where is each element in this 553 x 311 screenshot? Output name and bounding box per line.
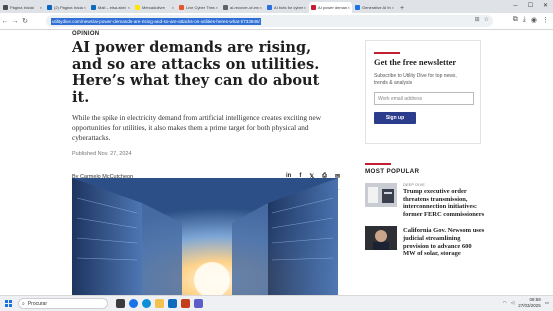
- taskbar: ⌕ Procurar ◠ ◁ 08:58 27/03/2025 ▭: [0, 295, 553, 311]
- email-field[interactable]: Work email address: [374, 92, 474, 105]
- article-headline: AI power demands are rising, and so are …: [72, 39, 320, 106]
- hero-image: [72, 178, 338, 295]
- list-item[interactable]: California Gov. Newsom uses judicial str…: [365, 226, 485, 257]
- tab-label: AI power demands: [318, 5, 347, 10]
- edge-icon[interactable]: [142, 299, 151, 308]
- tab-close-icon[interactable]: ×: [304, 5, 306, 10]
- item-headline[interactable]: Trump executive order threatens transmis…: [403, 188, 485, 218]
- browser-tab[interactable]: AI power demands×: [309, 2, 352, 13]
- windows-start-icon[interactable]: [5, 300, 12, 307]
- tab-favicon-icon: [3, 5, 8, 10]
- tab-close-icon[interactable]: ×: [40, 5, 42, 10]
- wifi-icon[interactable]: ◠: [503, 300, 507, 306]
- tab-strip: Página Inicial × (2) Página Inicial × Mail –…: [0, 0, 553, 13]
- address-bar: ← → ↻ utilitydive.com/news/ai-power-dema…: [0, 13, 553, 30]
- close-icon[interactable]: ✕: [538, 2, 553, 9]
- sign-up-button[interactable]: Sign up: [374, 112, 416, 124]
- teams-icon[interactable]: [194, 299, 203, 308]
- tab-close-icon[interactable]: ×: [172, 5, 174, 10]
- tab-favicon-icon: [223, 5, 228, 10]
- tab-close-icon[interactable]: ×: [216, 5, 218, 10]
- page-content: OPINION AI power demands are rising, and…: [0, 30, 553, 295]
- article-kicker[interactable]: OPINION: [72, 31, 340, 37]
- tab-favicon-icon: [355, 5, 360, 10]
- bookmark-star-icon[interactable]: ☆: [484, 16, 489, 23]
- forward-icon[interactable]: →: [10, 18, 20, 25]
- downloads-icon[interactable]: ⤓: [523, 16, 526, 24]
- extensions-icon[interactable]: ⧉: [513, 16, 518, 24]
- minimize-icon[interactable]: ─: [508, 3, 523, 9]
- maximize-icon[interactable]: ☐: [523, 2, 538, 9]
- outlook-icon[interactable]: [168, 299, 177, 308]
- browser-tab[interactable]: (2) Página Inicial ×: [45, 2, 88, 13]
- publish-date: Published Nov. 27, 2024: [72, 151, 132, 157]
- item-category: DEEP DIVE: [403, 183, 425, 187]
- profile-icon[interactable]: ◉: [531, 16, 537, 24]
- newsletter-box: Get the free newsletter Subscribe to Uti…: [365, 40, 481, 144]
- back-icon[interactable]: ←: [0, 18, 10, 25]
- url-text[interactable]: utilitydive.com/news/ai-power-demands-ar…: [51, 17, 261, 25]
- browser-tab[interactable]: Live Cyber Threat ×: [177, 2, 220, 13]
- chrome-icon[interactable]: [129, 299, 138, 308]
- url-field[interactable]: utilitydive.com/news/ai-power-demands-ar…: [46, 15, 493, 27]
- reload-icon[interactable]: ↻: [20, 17, 30, 25]
- translate-icon[interactable]: ⊞: [475, 16, 480, 23]
- accent-bar: [374, 52, 400, 54]
- taskbar-search-label: Procurar: [27, 300, 47, 307]
- most-popular-title: MOST POPULAR: [365, 168, 420, 175]
- browser-tab[interactable]: Generative AI th ×: [353, 2, 396, 13]
- newsletter-description: Subscribe to Utility Dive for top news, …: [374, 73, 457, 86]
- tab-label: (2) Página Inicial: [54, 5, 83, 10]
- tab-label: Mail – elsa.abei: [98, 5, 126, 10]
- tab-favicon-icon: [47, 5, 52, 10]
- tab-close-icon[interactable]: ×: [128, 5, 130, 10]
- tab-favicon-icon: [267, 5, 272, 10]
- article-dek: While the spike in electricity demand fr…: [72, 113, 322, 142]
- clock-date: 27/03/2025: [518, 302, 541, 308]
- volume-icon[interactable]: ◁: [511, 300, 514, 306]
- tab-favicon-icon: [135, 5, 140, 10]
- clock[interactable]: 08:58 27/03/2025: [518, 297, 541, 308]
- tab-close-icon[interactable]: ×: [348, 5, 350, 10]
- tab-close-icon[interactable]: ×: [392, 5, 394, 10]
- tab-label: Mercadolivre: [142, 5, 165, 10]
- tab-favicon-icon: [179, 5, 184, 10]
- browser-tab[interactable]: Página Inicial ×: [1, 2, 44, 13]
- task-view-icon[interactable]: [116, 299, 125, 308]
- accent-bar: [365, 163, 391, 165]
- newsletter-title: Get the free newsletter: [374, 57, 457, 67]
- file-explorer-icon[interactable]: [155, 299, 164, 308]
- menu-icon[interactable]: ⋮: [542, 16, 549, 24]
- system-tray: ◠ ◁ 08:58 27/03/2025 ▭: [503, 297, 549, 308]
- item-headline[interactable]: California Gov. Newsom uses judicial str…: [403, 227, 485, 257]
- tab-label: ai-recover-of-ener: [230, 5, 259, 10]
- browser-tab[interactable]: ai-recover-of-ener ×: [221, 2, 264, 13]
- thumbnail-image[interactable]: [365, 183, 397, 207]
- tab-label: Live Cyber Threat: [186, 5, 215, 10]
- list-item[interactable]: DEEP DIVE Trump executive order threaten…: [365, 183, 485, 218]
- tab-favicon-icon: [311, 5, 316, 10]
- notifications-icon[interactable]: ▭: [545, 300, 549, 306]
- most-popular: MOST POPULAR DEEP DIVE Trump executive o…: [365, 163, 485, 258]
- taskbar-search[interactable]: ⌕ Procurar: [18, 298, 108, 309]
- article: OPINION AI power demands are rising, and…: [72, 30, 340, 190]
- thumbnail-image[interactable]: [365, 226, 397, 251]
- tab-favicon-icon: [91, 5, 96, 10]
- tab-label: Generative AI th: [362, 5, 391, 10]
- browser-tab[interactable]: Mercadolivre ×: [133, 2, 176, 13]
- tab-close-icon[interactable]: ×: [260, 5, 262, 10]
- tab-close-icon[interactable]: ×: [84, 5, 86, 10]
- browser-tab[interactable]: Mail – elsa.abei ×: [89, 2, 132, 13]
- new-tab-button[interactable]: +: [400, 5, 404, 12]
- tab-label: AI bots for cyberc: [274, 5, 303, 10]
- browser-tab[interactable]: AI bots for cyberc ×: [265, 2, 308, 13]
- search-icon: ⌕: [22, 300, 25, 307]
- window-controls: ─ ☐ ✕: [508, 0, 553, 11]
- powerpoint-icon[interactable]: [181, 299, 190, 308]
- tab-label: Página Inicial: [10, 5, 34, 10]
